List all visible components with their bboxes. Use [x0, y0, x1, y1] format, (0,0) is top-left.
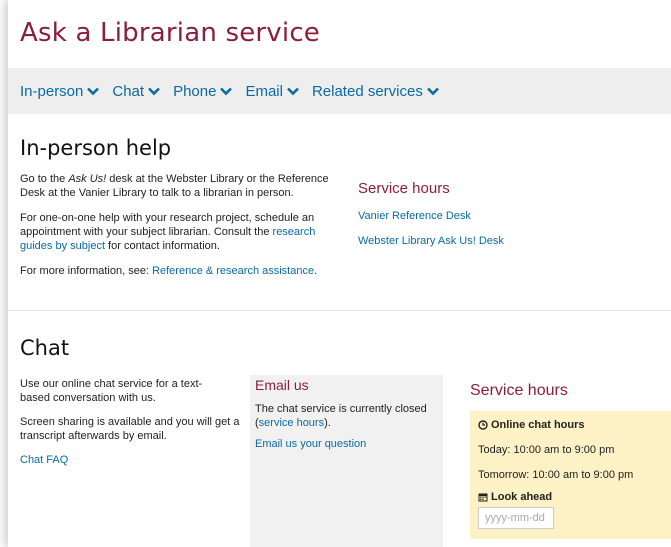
chat-status-text: The chat service is currently closed (se… — [255, 402, 435, 430]
look-ahead-label: Look ahead — [478, 491, 552, 503]
email-question-link[interactable]: Email us your question — [255, 437, 366, 451]
reference-assistance-link[interactable]: Reference & research assistance — [152, 265, 314, 277]
text: For more information, see: — [20, 265, 153, 277]
in-person-hours-heading: Service hours — [358, 180, 450, 197]
chat-heading: Chat — [20, 336, 70, 360]
text: ). — [324, 417, 331, 429]
chevron-down-icon — [287, 87, 299, 95]
tomorrow-hours: Tomorrow: 10:00 am to 9:00 pm — [478, 469, 634, 481]
nav-item-label: Phone — [173, 82, 217, 100]
in-person-heading: In-person help — [20, 136, 172, 160]
chat-paragraph-1: Use our online chat service for a text-b… — [20, 378, 203, 404]
nav-item-related-services[interactable]: Related services — [312, 83, 439, 100]
in-person-paragraph-3: For more information, see: Reference & r… — [20, 264, 350, 278]
chat-hours-panel: Online chat hours Today: 10:00 am to 9:0… — [470, 411, 671, 539]
vanier-reference-desk-link[interactable]: Vanier Reference Desk — [358, 209, 471, 223]
label-text: Look ahead — [491, 491, 553, 503]
chat-faq-link[interactable]: Chat FAQ — [20, 453, 68, 467]
page-title: Ask a Librarian service — [20, 18, 321, 48]
calendar-icon — [478, 493, 488, 502]
nav-item-label: Chat — [112, 82, 145, 100]
text: for contact information. — [105, 240, 220, 252]
nav-item-phone[interactable]: Phone — [173, 82, 233, 100]
nav-item-email[interactable]: Email — [245, 83, 299, 100]
chat-paragraph-2: Screen sharing is available and you will… — [20, 416, 240, 442]
text: . — [314, 265, 318, 277]
clock-icon — [478, 420, 488, 430]
in-person-paragraph-1: Go to the Ask Us! desk at the Webster Li… — [20, 172, 340, 200]
email-us-panel: Email us The chat service is currently c… — [250, 375, 443, 547]
chevron-down-icon — [87, 87, 100, 95]
webster-ask-us-desk-link[interactable]: Webster Library Ask Us! Desk — [358, 234, 504, 248]
chevron-down-icon — [220, 87, 233, 95]
text: Go to the — [20, 173, 69, 185]
online-chat-hours-label: Online chat hours — [478, 419, 585, 431]
chevron-down-icon — [426, 87, 439, 95]
nav-item-in-person[interactable]: In-person — [20, 82, 100, 100]
look-ahead-date-input[interactable] — [478, 507, 554, 529]
service-hours-link[interactable]: service hours — [259, 417, 324, 429]
nav-item-chat[interactable]: Chat — [112, 83, 160, 100]
in-person-paragraph-2: For one-on-one help with your research p… — [20, 211, 340, 253]
nav-item-label: In-person — [20, 82, 84, 100]
section-divider — [8, 310, 671, 311]
page: Ask a Librarian service In-person Chat P… — [8, 0, 671, 547]
email-us-heading: Email us — [255, 377, 309, 393]
nav-item-label: Related services — [311, 82, 423, 100]
nav-item-label: Email — [245, 82, 283, 100]
section-nav: In-person Chat Phone Email Related servi… — [8, 68, 671, 114]
chevron-down-icon — [148, 87, 160, 95]
label-text: Online chat hours — [491, 419, 585, 431]
text: For one-on-one help with your research p… — [20, 212, 315, 238]
emphasis-text: Ask Us! — [68, 173, 107, 185]
today-hours: Today: 10:00 am to 9:00 pm — [478, 444, 615, 456]
chat-hours-heading: Service hours — [470, 382, 568, 399]
